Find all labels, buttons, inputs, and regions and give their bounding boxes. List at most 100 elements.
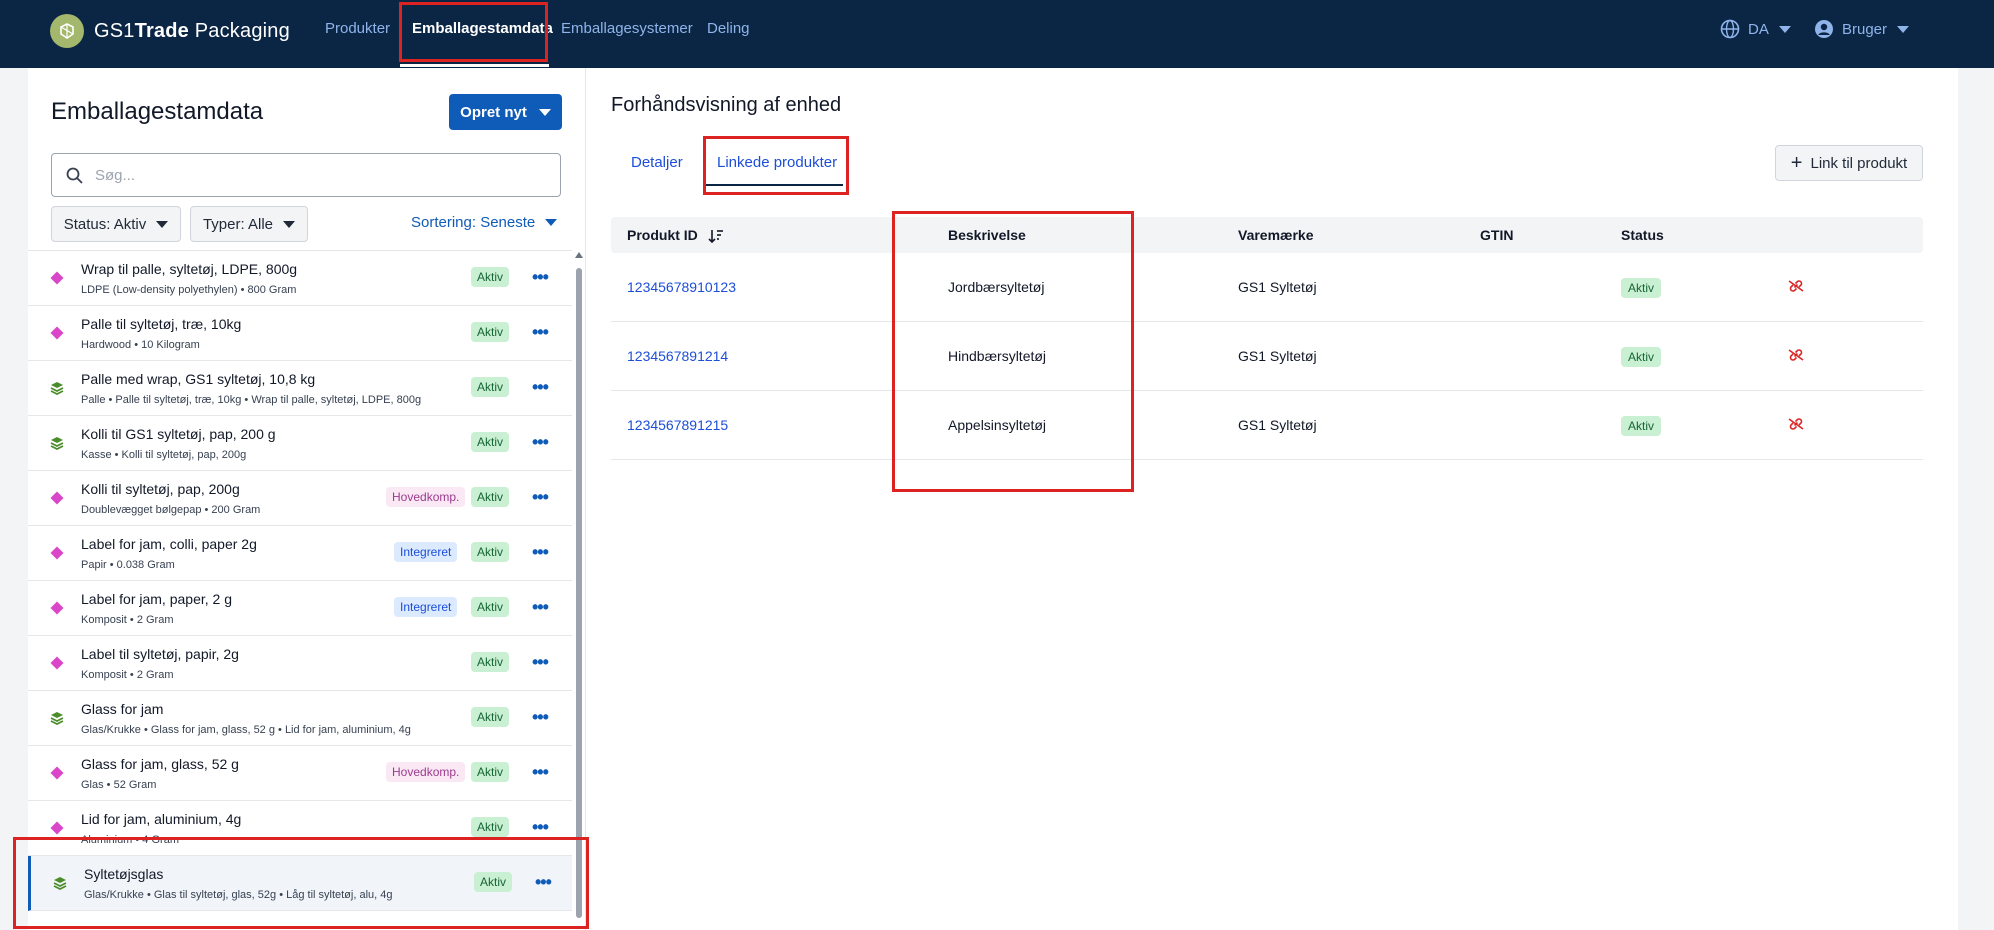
brand-logo[interactable]: GS1Trade Packaging [50,14,290,48]
list-item[interactable]: Glass for jam, glass, 52 g Glas • 52 Gram… [28,746,572,801]
tab-linkede-produkter[interactable]: Linkede produkter [717,154,837,171]
status-badge: Aktiv [1621,278,1662,298]
item-details: Hardwood • 10 Kilogram [81,339,200,351]
globe-icon [1720,19,1740,39]
page-background-left [0,68,28,930]
more-options-icon[interactable]: ••• [532,653,549,671]
list-item[interactable]: Label til syltetøj, papir, 2g Komposit • … [28,636,572,691]
scroll-up-arrow-icon[interactable] [575,252,583,258]
diamond-icon [50,656,64,670]
component-badge: Hovedkomp. [386,487,466,507]
more-options-icon[interactable]: ••• [532,543,549,561]
status-badge: Aktiv [1621,416,1662,436]
product-brand: GS1 Syltetøj [1238,417,1317,433]
layers-icon [50,711,64,726]
language-selector[interactable]: DA [1720,19,1791,39]
more-options-icon[interactable]: ••• [532,378,549,396]
item-details: Glas • 52 Gram [81,779,157,791]
status-badge: Aktiv [471,817,510,837]
column-header-produkt-id[interactable]: Produkt ID [627,227,724,244]
chevron-down-icon [1778,25,1791,33]
item-details: Komposit • 2 Gram [81,669,174,681]
more-options-icon[interactable]: ••• [532,708,549,726]
list-item[interactable]: Kolli til GS1 syltetøj, pap, 200 g Kasse … [28,416,572,471]
status-badge: Aktiv [1621,347,1662,367]
product-description: Jordbærsyltetøj [948,279,1045,295]
product-id-link[interactable]: 1234567891214 [627,348,728,364]
unlink-icon[interactable] [1787,415,1807,435]
tab-detaljer[interactable]: Detaljer [631,154,683,171]
item-details: Kasse • Kolli til syltetøj, pap, 200g [81,449,247,461]
user-menu[interactable]: Bruger [1814,19,1910,39]
more-options-icon[interactable]: ••• [532,323,549,341]
list-item[interactable]: Label for jam, colli, paper 2g Papir • 0.… [28,526,572,581]
diamond-icon [50,766,64,780]
item-name: Syltetøjsglas [84,866,164,882]
nav-deling[interactable]: Deling [707,20,750,37]
user-avatar-icon [1815,20,1833,38]
status-badge: Aktiv [471,762,510,782]
more-options-icon[interactable]: ••• [532,433,549,451]
link-to-product-button[interactable]: + Link til produkt [1775,145,1923,181]
status-badge: Aktiv [471,487,510,507]
item-name: Label for jam, colli, paper 2g [81,536,257,552]
chevron-down-icon [538,108,551,116]
list-item[interactable]: Palle med wrap, GS1 syltetøj, 10,8 kg Pal… [28,361,572,416]
nav-emballagesystemer[interactable]: Emballagesystemer [561,20,693,37]
item-name: Palle til syltetøj, træ, 10kg [81,316,242,332]
more-options-icon[interactable]: ••• [532,598,549,616]
unlink-icon[interactable] [1787,277,1807,297]
sort-label: Sortering: Seneste [411,214,536,231]
active-nav-indicator [400,64,549,67]
status-badge: Aktiv [471,322,510,342]
item-details: LDPE (Low-density polyethylen) • 800 Gra… [81,284,297,296]
brand-name: GS1Trade Packaging [94,19,290,42]
list-scrollbar[interactable] [576,268,582,918]
chevron-down-icon [545,219,558,226]
active-tab-indicator [703,184,843,186]
more-options-icon[interactable]: ••• [532,488,549,506]
search-field[interactable] [51,153,561,197]
list-item[interactable]: Lid for jam, aluminium, 4g Aluminium • 4 … [28,801,572,856]
type-filter-button[interactable]: Typer: Alle [190,206,308,242]
item-details: Aluminium • 4 Gram [81,834,179,846]
sort-descending-icon [708,230,723,244]
product-brand: GS1 Syltetøj [1238,279,1317,295]
list-item[interactable]: Palle til syltetøj, træ, 10kg Hardwood • … [28,306,572,361]
diamond-icon [50,326,64,340]
item-name: Lid for jam, aluminium, 4g [81,811,242,827]
list-item[interactable]: Wrap til palle, syltetøj, LDPE, 800g LDPE… [28,251,572,306]
nav-emballagestamdata[interactable]: Emballagestamdata [412,20,553,37]
list-item[interactable]: Kolli til syltetøj, pap, 200g Doublevægge… [28,471,572,526]
more-options-icon[interactable]: ••• [532,818,549,836]
status-badge: Aktiv [471,432,510,452]
more-options-icon[interactable]: ••• [535,873,552,891]
status-filter-button[interactable]: Status: Aktiv [51,206,181,242]
list-item[interactable]: Syltetøjsglas Glas/Krukke • Glas til sylt… [28,856,572,911]
nav-produkter[interactable]: Produkter [325,20,390,37]
list-item[interactable]: Label for jam, paper, 2 g Komposit • 2 Gr… [28,581,572,636]
more-options-icon[interactable]: ••• [532,268,549,286]
product-description: Hindbærsyltetøj [948,348,1047,364]
item-name: Label for jam, paper, 2 g [81,591,232,607]
chevron-down-icon [156,220,169,228]
product-id-link[interactable]: 1234567891215 [627,417,728,433]
column-header-status: Status [1621,227,1664,243]
create-new-label: Opret nyt [460,103,527,121]
diamond-icon [50,271,64,285]
unlink-icon[interactable] [1787,346,1807,366]
item-details: Papir • 0.038 Gram [81,559,175,571]
column-header-beskrivelse: Beskrivelse [948,227,1026,243]
sort-selector[interactable]: Sortering: Seneste [411,214,558,231]
status-badge: Aktiv [471,597,510,617]
list-item[interactable]: Glass for jam Glas/Krukke • Glass for jam… [28,691,572,746]
component-badge: Integreret [394,597,458,617]
item-name: Palle med wrap, GS1 syltetøj, 10,8 kg [81,371,316,387]
search-input[interactable] [93,165,533,185]
product-id-link[interactable]: 12345678910123 [627,279,736,295]
create-new-button[interactable]: Opret nyt [449,94,562,130]
more-options-icon[interactable]: ••• [532,763,549,781]
page-background-right [1958,68,1994,930]
layers-icon [53,876,67,891]
item-details: Palle • Palle til syltetøj, træ, 10kg • … [81,394,422,406]
